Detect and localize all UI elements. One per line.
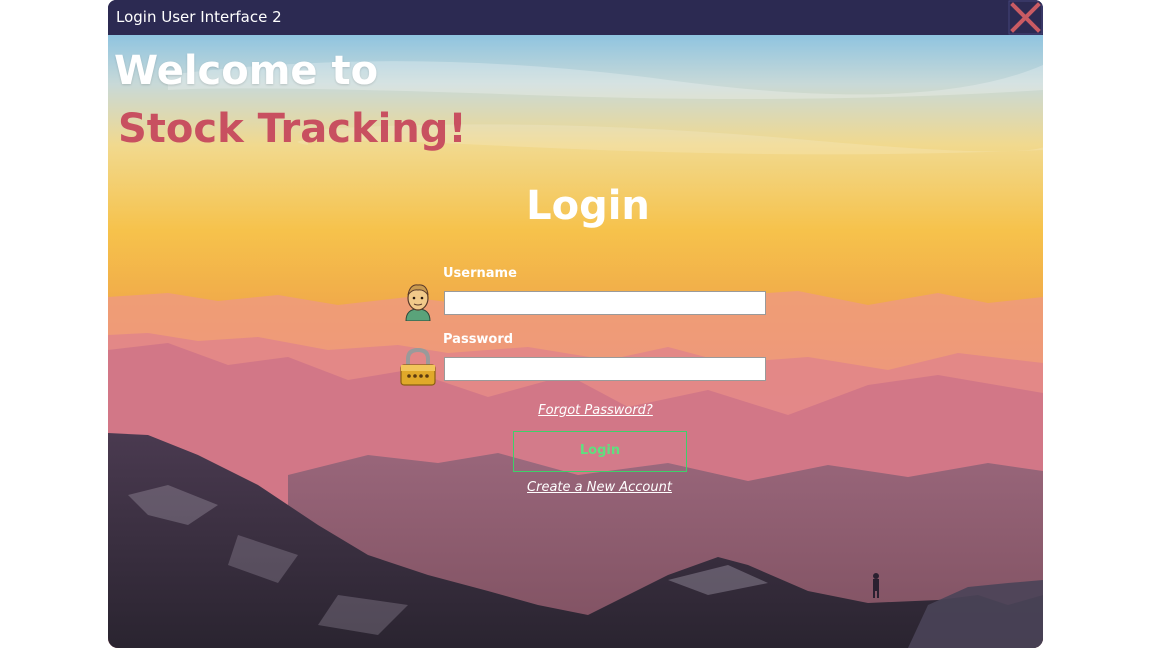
username-label: Username bbox=[443, 266, 517, 281]
title-bar: Login User Interface 2 bbox=[108, 0, 1043, 35]
password-label: Password bbox=[443, 332, 514, 347]
password-input[interactable] bbox=[444, 357, 766, 381]
welcome-text: Welcome to bbox=[114, 48, 379, 94]
username-input[interactable] bbox=[444, 291, 766, 315]
login-button[interactable]: Login bbox=[513, 431, 687, 472]
close-x-icon bbox=[1008, 0, 1043, 35]
login-heading: Login bbox=[526, 183, 650, 229]
create-account-link[interactable]: Create a New Account bbox=[108, 480, 1043, 495]
brand-title: Stock Tracking! bbox=[118, 106, 467, 152]
forgot-password-link[interactable]: Forgot Password? bbox=[108, 403, 1043, 418]
close-button[interactable] bbox=[1008, 0, 1043, 35]
window-title: Login User Interface 2 bbox=[116, 8, 282, 26]
mountain-sunset-background: Welcome to Stock Tracking! Login Usernam… bbox=[108, 35, 1043, 648]
login-window: Login User Interface 2 Welcome to Stock … bbox=[108, 0, 1043, 648]
